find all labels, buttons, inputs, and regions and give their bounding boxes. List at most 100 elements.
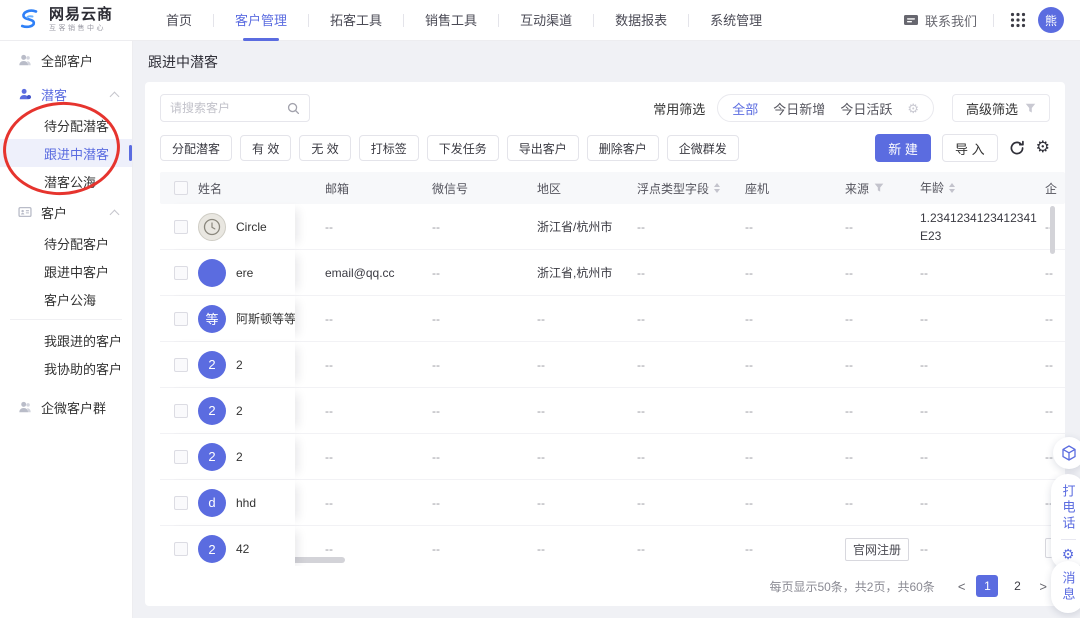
customer-name[interactable]: 2 — [236, 358, 243, 372]
table-settings-gear-icon[interactable]: ⚙ — [1036, 140, 1050, 156]
cell-source: -- — [845, 358, 920, 372]
row-checkbox[interactable] — [174, 542, 188, 556]
cell-source: -- — [845, 404, 920, 418]
export-customers-button[interactable]: 导出客户 — [507, 135, 579, 161]
call-settings-gear-icon[interactable]: ⚙ — [1062, 547, 1075, 561]
customer-name[interactable]: 2 — [236, 404, 243, 418]
floating-call-button[interactable]: 打电话 ⚙ — [1051, 474, 1080, 570]
cell-float-field: -- — [637, 450, 745, 464]
table-row[interactable]: ere email@qq.cc -- 浙江省,杭州市 -- -- -- -- -… — [160, 250, 1065, 296]
tag-button[interactable]: 打标签 — [359, 135, 419, 161]
import-button[interactable]: 导 入 — [942, 134, 998, 162]
row-checkbox[interactable] — [174, 266, 188, 280]
sidebar-item-unassigned-customers[interactable]: 待分配客户 — [0, 229, 132, 257]
search-input[interactable] — [170, 101, 287, 115]
mark-invalid-button[interactable]: 无 效 — [299, 135, 350, 161]
nav-item-channels[interactable]: 互动渠道 — [520, 0, 572, 41]
message-label: 消息 — [1062, 571, 1075, 603]
nav-item-system[interactable]: 系统管理 — [710, 0, 762, 41]
nav-item-lead-tools[interactable]: 拓客工具 — [330, 0, 382, 41]
sidebar-item-my-assisting[interactable]: 我协助的客户 — [0, 354, 132, 382]
table-row[interactable]: 2 2 -- -- -- -- -- -- -- -- — [160, 388, 1065, 434]
table-row[interactable]: d hhd -- -- -- -- -- -- -- -- — [160, 480, 1065, 526]
sidebar-item-wecom-groups[interactable]: 企微客户群 — [0, 390, 132, 424]
wecom-mass-send-button[interactable]: 企微群发 — [667, 135, 739, 161]
brand-tagline: 互客销售中心 — [49, 25, 113, 33]
cell-phone: -- — [745, 542, 845, 556]
cell-float-field: -- — [637, 404, 745, 418]
pagination-summary: 每页显示50条，共2页，共60条 — [769, 578, 934, 595]
page-button-2[interactable]: 2 — [1006, 575, 1028, 597]
sidebar-group-leads[interactable]: 潜客 — [0, 77, 132, 111]
avatar: d — [198, 489, 226, 517]
row-checkbox[interactable] — [174, 358, 188, 372]
table-row[interactable]: 2 2 -- -- -- -- -- -- -- -- — [160, 342, 1065, 388]
quick-filter-new-today[interactable]: 今日新增 — [773, 99, 825, 118]
sort-icon[interactable] — [714, 183, 720, 193]
sidebar-item-customers-pool[interactable]: 客户公海 — [0, 285, 132, 313]
nav-item-home[interactable]: 首页 — [166, 0, 192, 41]
cell-region: -- — [537, 358, 637, 372]
group-icon — [18, 400, 32, 414]
sort-icon[interactable] — [949, 183, 955, 193]
contact-us-label: 联系我们 — [925, 11, 977, 30]
customer-name[interactable]: hhd — [236, 496, 256, 510]
quick-filter-gear-icon[interactable]: ⚙ — [907, 102, 919, 115]
sidebar-item-label: 待分配客户 — [44, 234, 109, 253]
table-row[interactable]: 2 2 -- -- -- -- -- -- -- -- — [160, 434, 1065, 480]
prev-page-button[interactable]: < — [955, 579, 969, 594]
refresh-icon[interactable] — [1009, 140, 1025, 156]
quick-filter-all[interactable]: 全部 — [732, 99, 758, 118]
assign-leads-button[interactable]: 分配潜客 — [160, 135, 232, 161]
sidebar-item-following-leads[interactable]: 跟进中潜客 — [0, 139, 132, 167]
row-checkbox[interactable] — [174, 404, 188, 418]
row-checkbox[interactable] — [174, 312, 188, 326]
next-page-button[interactable]: > — [1036, 579, 1050, 594]
nav-item-customer-management[interactable]: 客户管理 — [235, 0, 287, 41]
advanced-filter-button[interactable]: 高级筛选 — [952, 94, 1050, 122]
cell-phone: -- — [745, 496, 845, 510]
filter-funnel-icon[interactable] — [874, 183, 884, 193]
row-checkbox[interactable] — [174, 220, 188, 234]
create-button[interactable]: 新 建 — [875, 134, 931, 162]
delete-customers-button[interactable]: 删除客户 — [587, 135, 659, 161]
chevron-up-icon — [110, 91, 120, 101]
search-icon[interactable] — [287, 102, 300, 115]
floating-apps-button[interactable] — [1053, 437, 1080, 469]
floating-message-button[interactable]: 消息 — [1051, 561, 1080, 613]
dispatch-task-button[interactable]: 下发任务 — [427, 135, 499, 161]
row-checkbox[interactable] — [174, 450, 188, 464]
avatar: 2 — [198, 397, 226, 425]
select-all-checkbox[interactable] — [174, 181, 188, 195]
customer-name[interactable]: 阿斯顿等等 — [236, 310, 295, 327]
top-navbar: 网易云商 互客销售中心 首页 客户管理 拓客工具 销售工具 互动渠道 数据报表 … — [0, 0, 1080, 41]
quick-filter-active-today[interactable]: 今日活跃 — [840, 99, 892, 118]
sidebar-item-following-customers[interactable]: 跟进中客户 — [0, 257, 132, 285]
vertical-scrollbar[interactable] — [1050, 206, 1055, 254]
customer-name[interactable]: ere — [236, 266, 253, 280]
table-row[interactable]: Circle -- -- 浙江省/杭州市 -- -- -- 1.23412341… — [160, 204, 1065, 250]
sidebar-item-label: 我跟进的客户 — [44, 331, 122, 350]
sidebar-item-leads-pool[interactable]: 潜客公海 — [0, 167, 132, 195]
user-avatar[interactable]: 熊 — [1038, 7, 1064, 33]
row-checkbox[interactable] — [174, 496, 188, 510]
mark-valid-button[interactable]: 有 效 — [240, 135, 291, 161]
contact-us-button[interactable]: 联系我们 — [903, 11, 977, 30]
customer-name[interactable]: 2 — [236, 450, 243, 464]
brand-logo[interactable]: 网易云商 互客销售中心 — [16, 7, 134, 33]
customer-name[interactable]: Circle — [236, 220, 267, 234]
nav-item-reports[interactable]: 数据报表 — [615, 0, 667, 41]
avatar: 2 — [198, 443, 226, 471]
nav-separator — [213, 14, 214, 27]
sidebar-item-unassigned-leads[interactable]: 待分配潜客 — [0, 111, 132, 139]
sidebar-group-customers[interactable]: 客户 — [0, 195, 132, 229]
cell-float-field: -- — [637, 312, 745, 326]
sidebar-item-my-following[interactable]: 我跟进的客户 — [0, 326, 132, 354]
page-button-1[interactable]: 1 — [976, 575, 998, 597]
table-row[interactable]: 等 阿斯顿等等 -- -- -- -- -- -- -- -- — [160, 296, 1065, 342]
nav-item-sales-tools[interactable]: 销售工具 — [425, 0, 477, 41]
sidebar-item-all-customers[interactable]: 全部客户 — [0, 43, 132, 77]
customer-name[interactable]: 42 — [236, 542, 249, 556]
app-grid-icon[interactable] — [1010, 12, 1026, 28]
cell-email: -- — [325, 542, 432, 556]
